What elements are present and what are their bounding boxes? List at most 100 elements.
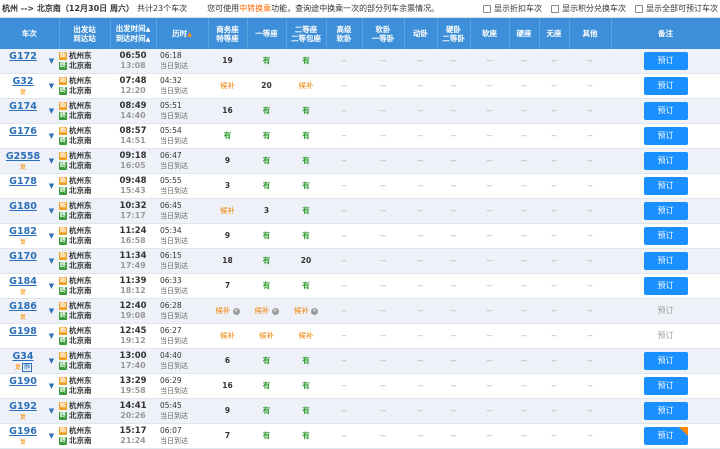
chevron-down-icon[interactable]: ▼ bbox=[49, 257, 54, 265]
first-class-cell[interactable]: 3 bbox=[247, 198, 286, 224]
business-seat-cell[interactable]: 16 bbox=[208, 373, 247, 399]
book-button[interactable]: 预订 bbox=[643, 52, 688, 70]
second-class-cell[interactable]: 有 bbox=[286, 373, 326, 399]
first-class-cell[interactable]: 候补 × bbox=[247, 298, 286, 324]
chevron-down-icon[interactable]: ▼ bbox=[49, 282, 54, 290]
second-class-cell[interactable]: 有 bbox=[286, 198, 326, 224]
book-button[interactable]: 预订 bbox=[643, 202, 688, 220]
second-class-cell[interactable]: 20 bbox=[286, 248, 326, 274]
book-button[interactable]: 预订 bbox=[643, 377, 688, 395]
second-class-cell[interactable]: 有 bbox=[286, 148, 326, 174]
book-button[interactable]: 预订 bbox=[643, 177, 688, 195]
book-button[interactable]: 预订 bbox=[643, 277, 688, 295]
first-class-cell[interactable]: 有 bbox=[247, 123, 286, 149]
train-number-link[interactable]: G170 bbox=[9, 251, 37, 262]
train-number-link[interactable]: G174 bbox=[9, 101, 37, 112]
first-class-cell[interactable]: 有 bbox=[247, 49, 286, 74]
book-button[interactable]: 预订 bbox=[643, 352, 688, 370]
second-class-cell[interactable]: 候补 bbox=[286, 73, 326, 99]
discount-checkbox[interactable] bbox=[483, 4, 491, 13]
first-class-cell[interactable]: 有 bbox=[247, 348, 286, 374]
book-button[interactable]: 预订 bbox=[643, 152, 688, 170]
second-class-cell[interactable]: 有 bbox=[286, 123, 326, 149]
chevron-down-icon[interactable]: ▼ bbox=[49, 107, 54, 115]
book-button[interactable]: 预订 bbox=[643, 252, 688, 270]
first-class-cell[interactable]: 有 bbox=[247, 373, 286, 399]
business-seat-cell[interactable]: 6 bbox=[208, 348, 247, 374]
business-seat-cell[interactable]: 候补 bbox=[208, 323, 247, 349]
train-number-link[interactable]: G34 bbox=[12, 351, 33, 362]
second-class-cell[interactable]: 有 bbox=[286, 423, 326, 449]
first-class-cell[interactable]: 有 bbox=[247, 273, 286, 299]
train-number-link[interactable]: G186 bbox=[9, 301, 37, 312]
book-button[interactable]: 预订 bbox=[644, 327, 688, 345]
business-seat-cell[interactable]: 有 bbox=[208, 123, 247, 149]
book-button[interactable]: 预订 bbox=[643, 77, 688, 95]
second-class-cell[interactable]: 有 bbox=[286, 398, 326, 424]
chevron-down-icon[interactable]: ▼ bbox=[49, 357, 54, 365]
train-number-link[interactable]: G180 bbox=[9, 201, 37, 212]
business-seat-cell[interactable]: 候补 bbox=[208, 198, 247, 224]
business-seat-cell[interactable]: 18 bbox=[208, 248, 247, 274]
chevron-down-icon[interactable]: ▼ bbox=[49, 132, 54, 140]
train-number-link[interactable]: G172 bbox=[9, 51, 37, 62]
train-number-link[interactable]: G176 bbox=[9, 126, 37, 137]
second-class-cell[interactable]: 有 bbox=[286, 98, 326, 124]
book-button[interactable]: 预订 bbox=[643, 427, 688, 445]
chevron-down-icon[interactable]: ▼ bbox=[49, 232, 54, 240]
book-button[interactable]: 预订 bbox=[643, 402, 688, 420]
train-number-link[interactable]: G198 bbox=[9, 326, 37, 337]
chevron-down-icon[interactable]: ▼ bbox=[49, 82, 54, 90]
first-class-cell[interactable]: 候补 bbox=[247, 323, 286, 349]
first-class-cell[interactable]: 有 bbox=[247, 423, 286, 449]
book-button[interactable]: 预订 bbox=[643, 227, 688, 245]
business-seat-cell[interactable]: 16 bbox=[208, 98, 247, 124]
first-class-cell[interactable]: 有 bbox=[247, 173, 286, 199]
chevron-down-icon[interactable]: ▼ bbox=[49, 182, 54, 190]
book-button[interactable]: 预订 bbox=[644, 302, 688, 320]
business-seat-cell[interactable]: 候补 × bbox=[208, 298, 247, 324]
chevron-down-icon[interactable]: ▼ bbox=[49, 332, 54, 340]
header-times[interactable]: 出发时间▲ 到达时间▲ bbox=[110, 18, 157, 49]
train-number-link[interactable]: G192 bbox=[9, 401, 37, 412]
book-button[interactable]: 预订 bbox=[643, 102, 688, 120]
first-class-cell[interactable]: 有 bbox=[247, 223, 286, 249]
business-seat-cell[interactable]: 9 bbox=[208, 223, 247, 249]
first-class-cell[interactable]: 有 bbox=[247, 398, 286, 424]
transfer-link[interactable]: 中转换乘 bbox=[239, 4, 271, 13]
show-discount-option[interactable]: 显示折扣车次 bbox=[483, 3, 542, 14]
business-seat-cell[interactable]: 候补 bbox=[208, 73, 247, 99]
second-class-cell[interactable]: 候补 bbox=[286, 323, 326, 349]
business-seat-cell[interactable]: 9 bbox=[208, 148, 247, 174]
train-number-link[interactable]: G32 bbox=[12, 76, 33, 87]
chevron-down-icon[interactable]: ▼ bbox=[49, 207, 54, 215]
second-class-cell[interactable]: 有 bbox=[286, 49, 326, 74]
second-class-cell[interactable]: 有 bbox=[286, 273, 326, 299]
business-seat-cell[interactable]: 19 bbox=[208, 49, 247, 74]
business-seat-cell[interactable]: 3 bbox=[208, 173, 247, 199]
chevron-down-icon[interactable]: ▼ bbox=[49, 432, 54, 440]
show-points-option[interactable]: 显示积分兑换车次 bbox=[551, 3, 626, 14]
business-seat-cell[interactable]: 7 bbox=[208, 423, 247, 449]
second-class-cell[interactable]: 候补 × bbox=[286, 298, 326, 324]
train-number-link[interactable]: G182 bbox=[9, 226, 37, 237]
first-class-cell[interactable]: 20 bbox=[247, 73, 286, 99]
business-seat-cell[interactable]: 9 bbox=[208, 398, 247, 424]
train-number-link[interactable]: G190 bbox=[9, 376, 37, 387]
chevron-down-icon[interactable]: ▼ bbox=[49, 407, 54, 415]
train-number-link[interactable]: G184 bbox=[9, 276, 37, 287]
first-class-cell[interactable]: 有 bbox=[247, 98, 286, 124]
chevron-down-icon[interactable]: ▼ bbox=[49, 157, 54, 165]
header-duration[interactable]: 历时▲ bbox=[156, 18, 209, 49]
first-class-cell[interactable]: 有 bbox=[247, 248, 286, 274]
second-class-cell[interactable]: 有 bbox=[286, 173, 326, 199]
business-seat-cell[interactable]: 7 bbox=[208, 273, 247, 299]
second-class-cell[interactable]: 有 bbox=[286, 348, 326, 374]
train-number-link[interactable]: G2558 bbox=[6, 151, 40, 162]
all-checkbox[interactable] bbox=[635, 4, 643, 13]
train-number-link[interactable]: G178 bbox=[9, 176, 37, 187]
show-all-option[interactable]: 显示全部可预订车次 bbox=[635, 3, 718, 14]
points-checkbox[interactable] bbox=[551, 4, 559, 13]
chevron-down-icon[interactable]: ▼ bbox=[49, 382, 54, 390]
first-class-cell[interactable]: 有 bbox=[247, 148, 286, 174]
